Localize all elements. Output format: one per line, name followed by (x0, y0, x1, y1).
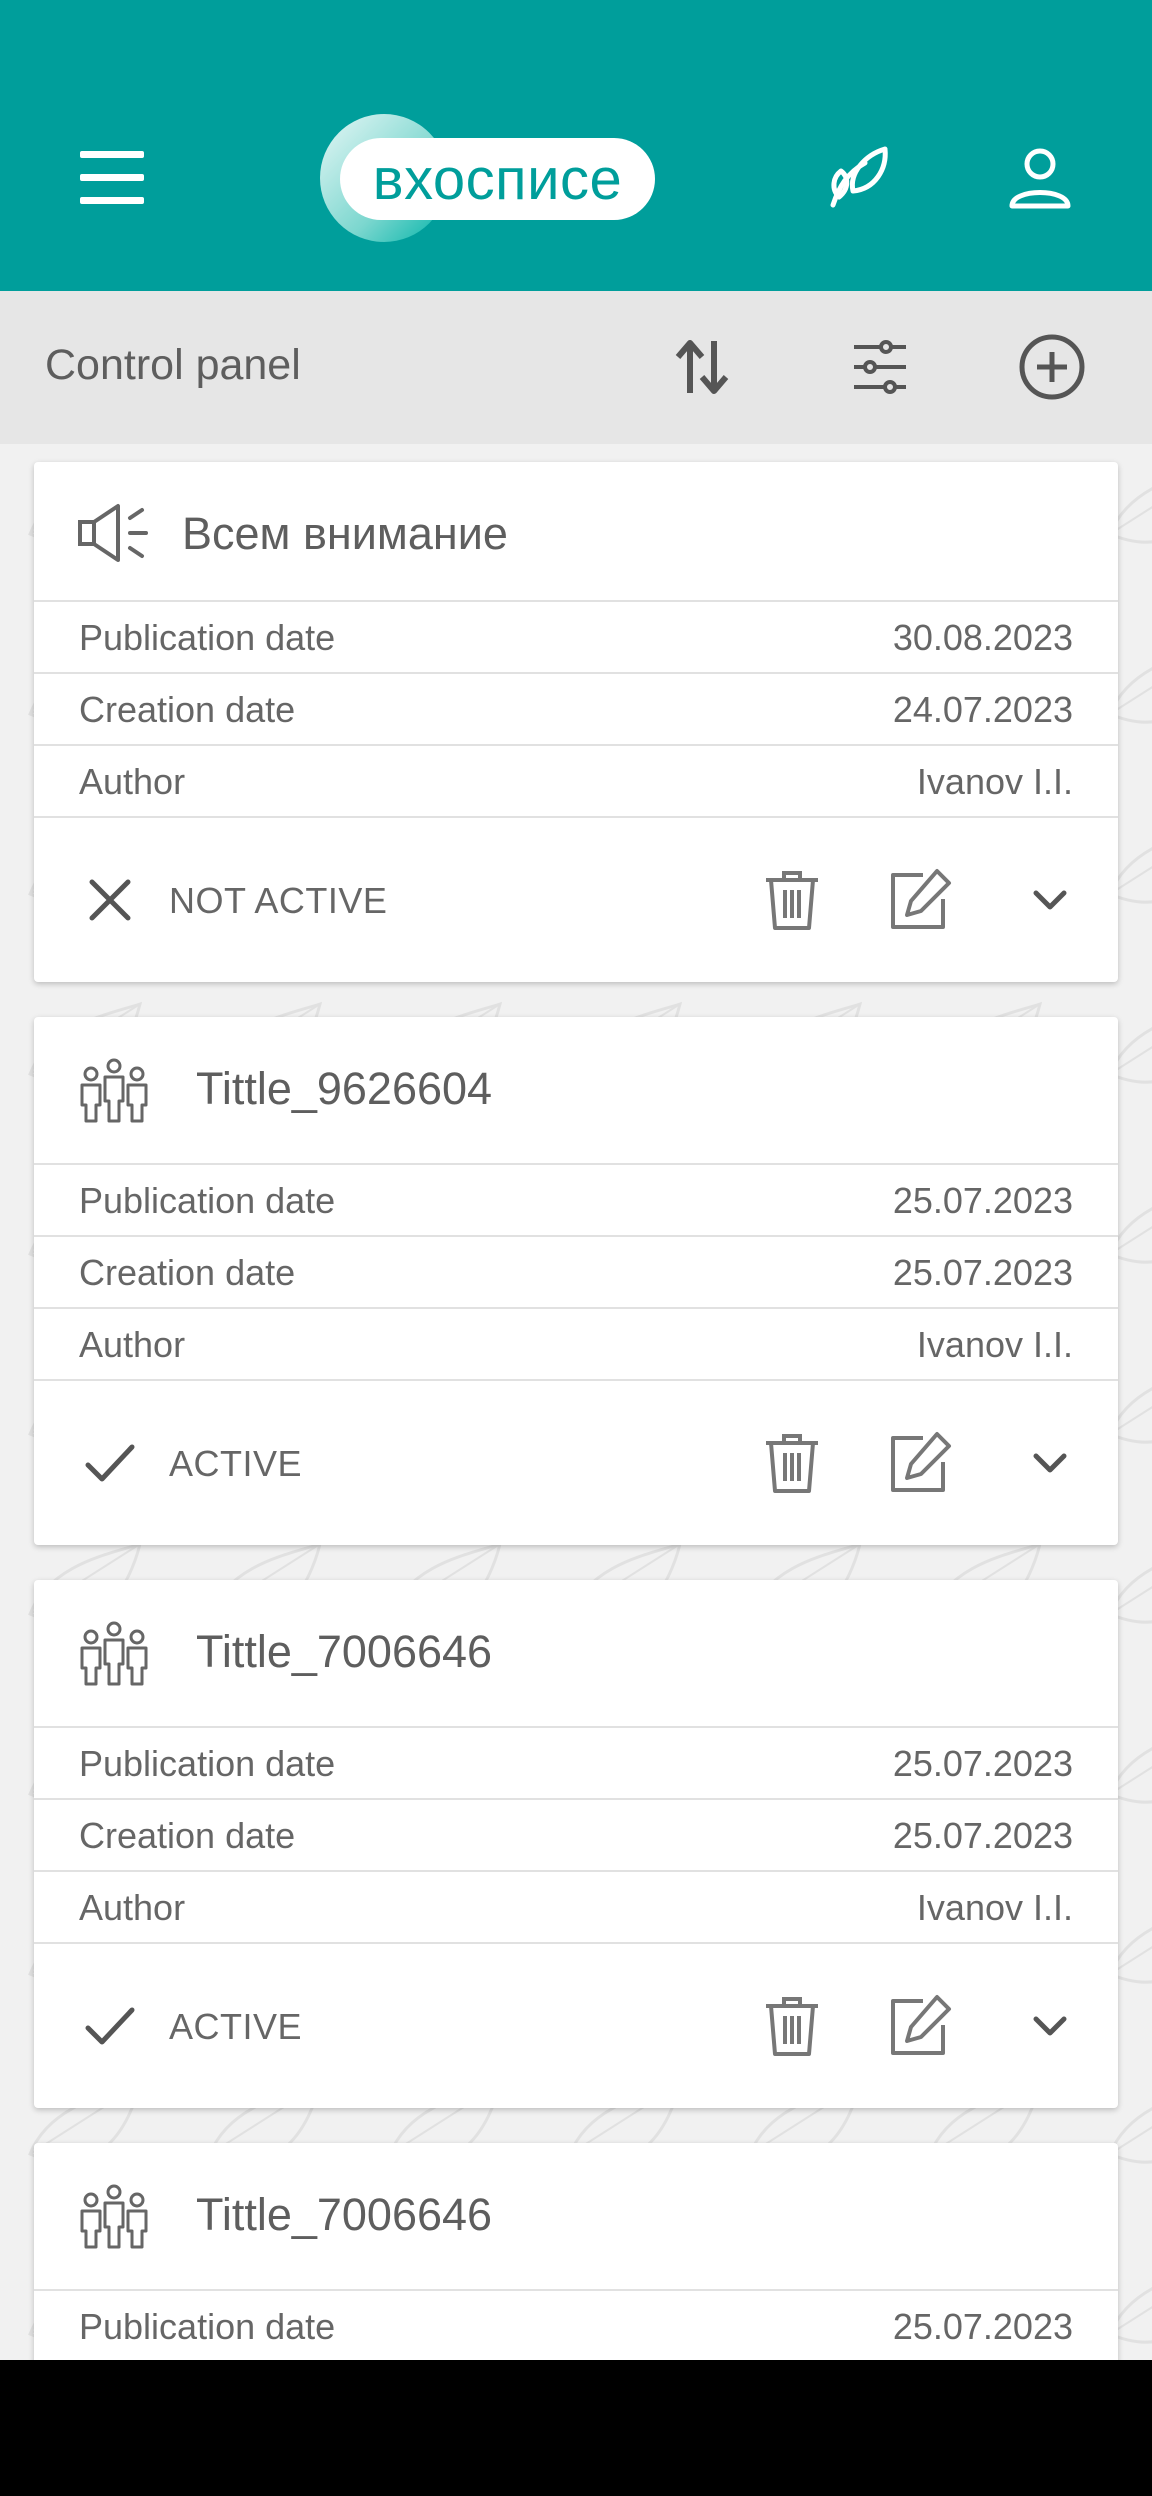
card-title: Tittle_7006646 (196, 2189, 493, 2240)
row-value: 25.07.2023 (892, 2306, 1073, 2347)
logo-text: вхосписе (372, 146, 623, 212)
publication-date-row: Publication date 25.07.2023 (34, 2291, 1118, 2360)
expand-button[interactable] (1010, 1986, 1090, 2066)
add-button[interactable] (1004, 319, 1100, 415)
row-value: 25.07.2023 (892, 1815, 1073, 1856)
add-circle-icon (1019, 334, 1085, 400)
row-label: Author (79, 1887, 186, 1928)
sort-button[interactable] (654, 319, 750, 415)
row-label: Creation date (79, 689, 296, 730)
edit-icon (891, 869, 951, 929)
row-value: 25.07.2023 (892, 1252, 1073, 1293)
delete-button[interactable] (752, 1423, 832, 1503)
edit-icon (891, 1432, 951, 1492)
row-value: Ivanov I.I. (916, 1324, 1073, 1365)
filter-icon (854, 340, 906, 394)
menu-icon (80, 151, 144, 204)
author-row: Author Ivanov I.I. (34, 1872, 1118, 1944)
leaf-icon (830, 146, 888, 208)
control-panel-toolbar: Control panel (0, 291, 1152, 444)
expand-button[interactable] (1010, 1423, 1090, 1503)
row-value: 30.08.2023 (892, 617, 1073, 658)
app-logo: вхосписе (320, 114, 655, 242)
expand-button[interactable] (1010, 860, 1090, 940)
row-label: Author (79, 761, 186, 802)
row-label: Creation date (79, 1815, 296, 1856)
row-value: Ivanov I.I. (916, 1887, 1073, 1928)
page-title: Control panel (45, 341, 301, 389)
menu-button[interactable] (64, 130, 160, 226)
card-title: Tittle_7006646 (196, 1626, 493, 1677)
megaphone-icon (78, 504, 148, 562)
publication-date-row: Publication date 30.08.2023 (34, 602, 1118, 674)
edit-icon (891, 1995, 951, 2055)
group-card[interactable]: Tittle_7006646 Publication date 25.07.20… (34, 2143, 1118, 2360)
delete-button[interactable] (752, 860, 832, 940)
row-value: 25.07.2023 (892, 1743, 1073, 1784)
chevron-down-icon (1033, 890, 1067, 910)
app-header: вхосписе (0, 0, 1152, 291)
profile-button[interactable] (992, 130, 1088, 226)
card-title: Всем внимание (182, 508, 508, 559)
row-value: 25.07.2023 (892, 1180, 1073, 1221)
edit-button[interactable] (880, 1423, 960, 1503)
leaf-button[interactable] (812, 130, 908, 226)
chevron-down-icon (1033, 1453, 1067, 1473)
creation-date-row: Creation date 24.07.2023 (34, 674, 1118, 746)
edit-button[interactable] (880, 860, 960, 940)
group-icon (80, 1058, 148, 1123)
row-value: 24.07.2023 (892, 689, 1073, 730)
creation-date-row: Creation date 25.07.2023 (34, 1800, 1118, 1872)
row-label: Publication date (79, 617, 336, 658)
row-label: Author (79, 1324, 186, 1365)
chevron-down-icon (1033, 2016, 1067, 2036)
edit-button[interactable] (880, 1986, 960, 2066)
author-row: Author Ivanov I.I. (34, 746, 1118, 818)
group-card[interactable]: Tittle_9626604 Publication date 25.07.20… (34, 1017, 1118, 1545)
publication-date-row: Publication date 25.07.2023 (34, 1165, 1118, 1237)
app-screen: вхосписе Control panel Всем внимание Pub… (0, 0, 1152, 2360)
author-row: Author Ivanov I.I. (34, 1309, 1118, 1381)
row-label: Publication date (79, 1180, 336, 1221)
trash-icon (766, 1997, 818, 2056)
group-icon (80, 1621, 148, 1686)
row-label: Publication date (79, 1743, 336, 1784)
card-title: Tittle_9626604 (196, 1063, 493, 1114)
filter-button[interactable] (832, 319, 928, 415)
check-icon (85, 2007, 135, 2045)
delete-button[interactable] (752, 1986, 832, 2066)
status-badge: ACTIVE (169, 2006, 303, 2047)
announcement-card[interactable]: Всем внимание Publication date 30.08.202… (34, 462, 1118, 982)
group-card[interactable]: Tittle_7006646 Publication date 25.07.20… (34, 1580, 1118, 2108)
status-badge: NOT ACTIVE (169, 880, 388, 921)
publication-date-row: Publication date 25.07.2023 (34, 1728, 1118, 1800)
profile-icon (1009, 148, 1071, 209)
group-icon (80, 2184, 148, 2249)
check-icon (85, 1444, 135, 1482)
creation-date-row: Creation date 25.07.2023 (34, 1237, 1118, 1309)
row-label: Creation date (79, 1252, 296, 1293)
close-icon (89, 879, 131, 921)
row-value: Ivanov I.I. (916, 761, 1073, 802)
sort-icon (675, 340, 729, 394)
trash-icon (766, 871, 818, 930)
status-badge: ACTIVE (169, 1443, 303, 1484)
row-label: Publication date (79, 2306, 336, 2347)
trash-icon (766, 1434, 818, 1493)
